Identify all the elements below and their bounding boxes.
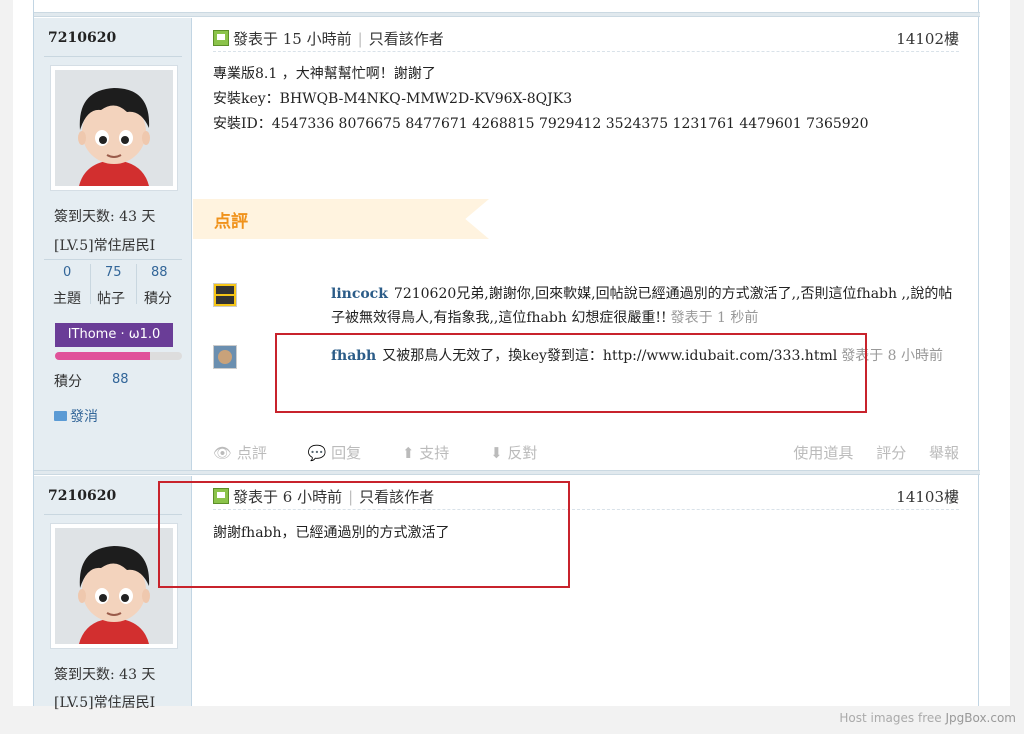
- online-status-icon: [213, 30, 229, 46]
- post1-points-label: 積分: [144, 291, 172, 307]
- post1-stats-divider: [44, 259, 182, 260]
- rate-comment-label: 点評: [236, 444, 267, 462]
- reply-label: 回复: [331, 444, 362, 462]
- post1-content: 專業版8.1 ，大神幫幫忙啊！謝謝了 安裝key：BHWQB-M4NKQ-MMW…: [213, 62, 869, 137]
- post1-username[interactable]: 7210620: [48, 30, 116, 46]
- post1-header: 發表于 15 小時前 | 只看該作者 14102樓: [213, 28, 959, 52]
- rating-comment: lincock 7210620兄弟,謝謝你,回來軟媒,回帖說已經通過別的方式激活了…: [331, 282, 961, 330]
- post1-username-divider: [44, 56, 182, 57]
- post2-username[interactable]: 7210620: [48, 488, 116, 504]
- comment-time: 發表于 1 秒前: [670, 310, 759, 326]
- support-button[interactable]: ⬆ 支持: [402, 442, 467, 463]
- post1-points-row-value: 88: [112, 372, 129, 387]
- post-separator: [34, 470, 980, 475]
- stat-divider: [90, 264, 91, 304]
- post-separator: [34, 12, 980, 17]
- reply-button[interactable]: 💬 回复: [308, 442, 379, 463]
- post2-floor-number[interactable]: 14103樓: [896, 486, 959, 507]
- post1-send-message-label: 發消: [70, 409, 98, 425]
- post1-points-row-label: 積分: [54, 374, 82, 390]
- image-host-watermark: Host images free JpgBox.com: [839, 711, 1016, 725]
- post2-level[interactable]: [LV.5]常住居民I: [54, 692, 155, 712]
- post1-action-bar: 👁 点評 💬 回复 ⬆ 支持 ⬇ 反對 使用道具 評分 舉報: [213, 442, 959, 466]
- post1-content-line: 安裝key：BHWQB-M4NKQ-MMW2D-KV96X-8QJK3: [213, 91, 573, 107]
- post1-posts-label: 帖子: [97, 291, 125, 307]
- post1-medal-badge[interactable]: IThome · ω1.0: [55, 323, 173, 347]
- post1-points-count[interactable]: 88: [151, 265, 168, 280]
- post1-level-progress-fill: [55, 352, 151, 360]
- post1-level-progress-bar: [55, 352, 182, 360]
- post1-posts-count[interactable]: 75: [105, 265, 122, 280]
- post1-content-line: 專業版8.1 ，大神幫幫忙啊！謝謝了: [213, 66, 436, 82]
- post1-floor-number[interactable]: 14102樓: [896, 28, 959, 49]
- post1-topics-label: 主題: [53, 291, 81, 307]
- comment-username[interactable]: lincock: [331, 286, 388, 302]
- post1-action-bar-right: 使用道具 評分 舉報: [793, 442, 959, 463]
- post1-author-only-link[interactable]: 只看該作者: [369, 30, 444, 48]
- support-label: 支持: [419, 444, 450, 462]
- rate-comment-button[interactable]: 👁 点評: [213, 442, 285, 463]
- post1-content-line: 安裝ID：4547336 8076675 8477671 4268815 792…: [213, 116, 869, 132]
- commenter-avatar-lincock[interactable]: [213, 283, 237, 307]
- oppose-button[interactable]: ⬇ 反對: [490, 442, 555, 463]
- previous-post-actions-remnant: [213, 0, 959, 8]
- report-button[interactable]: 舉報: [929, 442, 959, 463]
- highlight-annotation-box: [275, 333, 867, 413]
- post2-avatar-image: [55, 528, 173, 644]
- stat-divider: [136, 264, 137, 304]
- post1-avatar[interactable]: [50, 65, 178, 191]
- post1-level[interactable]: [LV.5]常住居民I: [54, 235, 155, 255]
- comment-text: 7210620兄弟,謝謝你,回來軟媒,回帖說已經通過別的方式激活了,,否則這位f…: [331, 286, 953, 326]
- rating-section-title: 点評: [214, 212, 248, 232]
- post1-posted-time: 發表于 15 小時前: [233, 30, 352, 48]
- post1-send-message[interactable]: 發消: [54, 406, 98, 426]
- host-watermark-prefix: Host images free: [839, 711, 942, 725]
- envelope-icon: [54, 411, 67, 421]
- rate-button[interactable]: 評分: [876, 442, 906, 463]
- host-watermark-brand: JpgBox.com: [945, 711, 1016, 725]
- post2-signin-days: 簽到天数: 43 天: [54, 667, 156, 683]
- post1-signin-days: 簽到天数: 43 天: [54, 209, 156, 225]
- commenter-avatar-fhabh[interactable]: [213, 345, 237, 369]
- use-tool-button[interactable]: 使用道具: [793, 442, 853, 463]
- oppose-label: 反對: [507, 444, 538, 462]
- highlight-annotation-box: [158, 481, 570, 588]
- post1-topics-count[interactable]: 0: [63, 265, 71, 280]
- pipe-separator: |: [357, 30, 363, 48]
- post1-avatar-image: [55, 70, 173, 186]
